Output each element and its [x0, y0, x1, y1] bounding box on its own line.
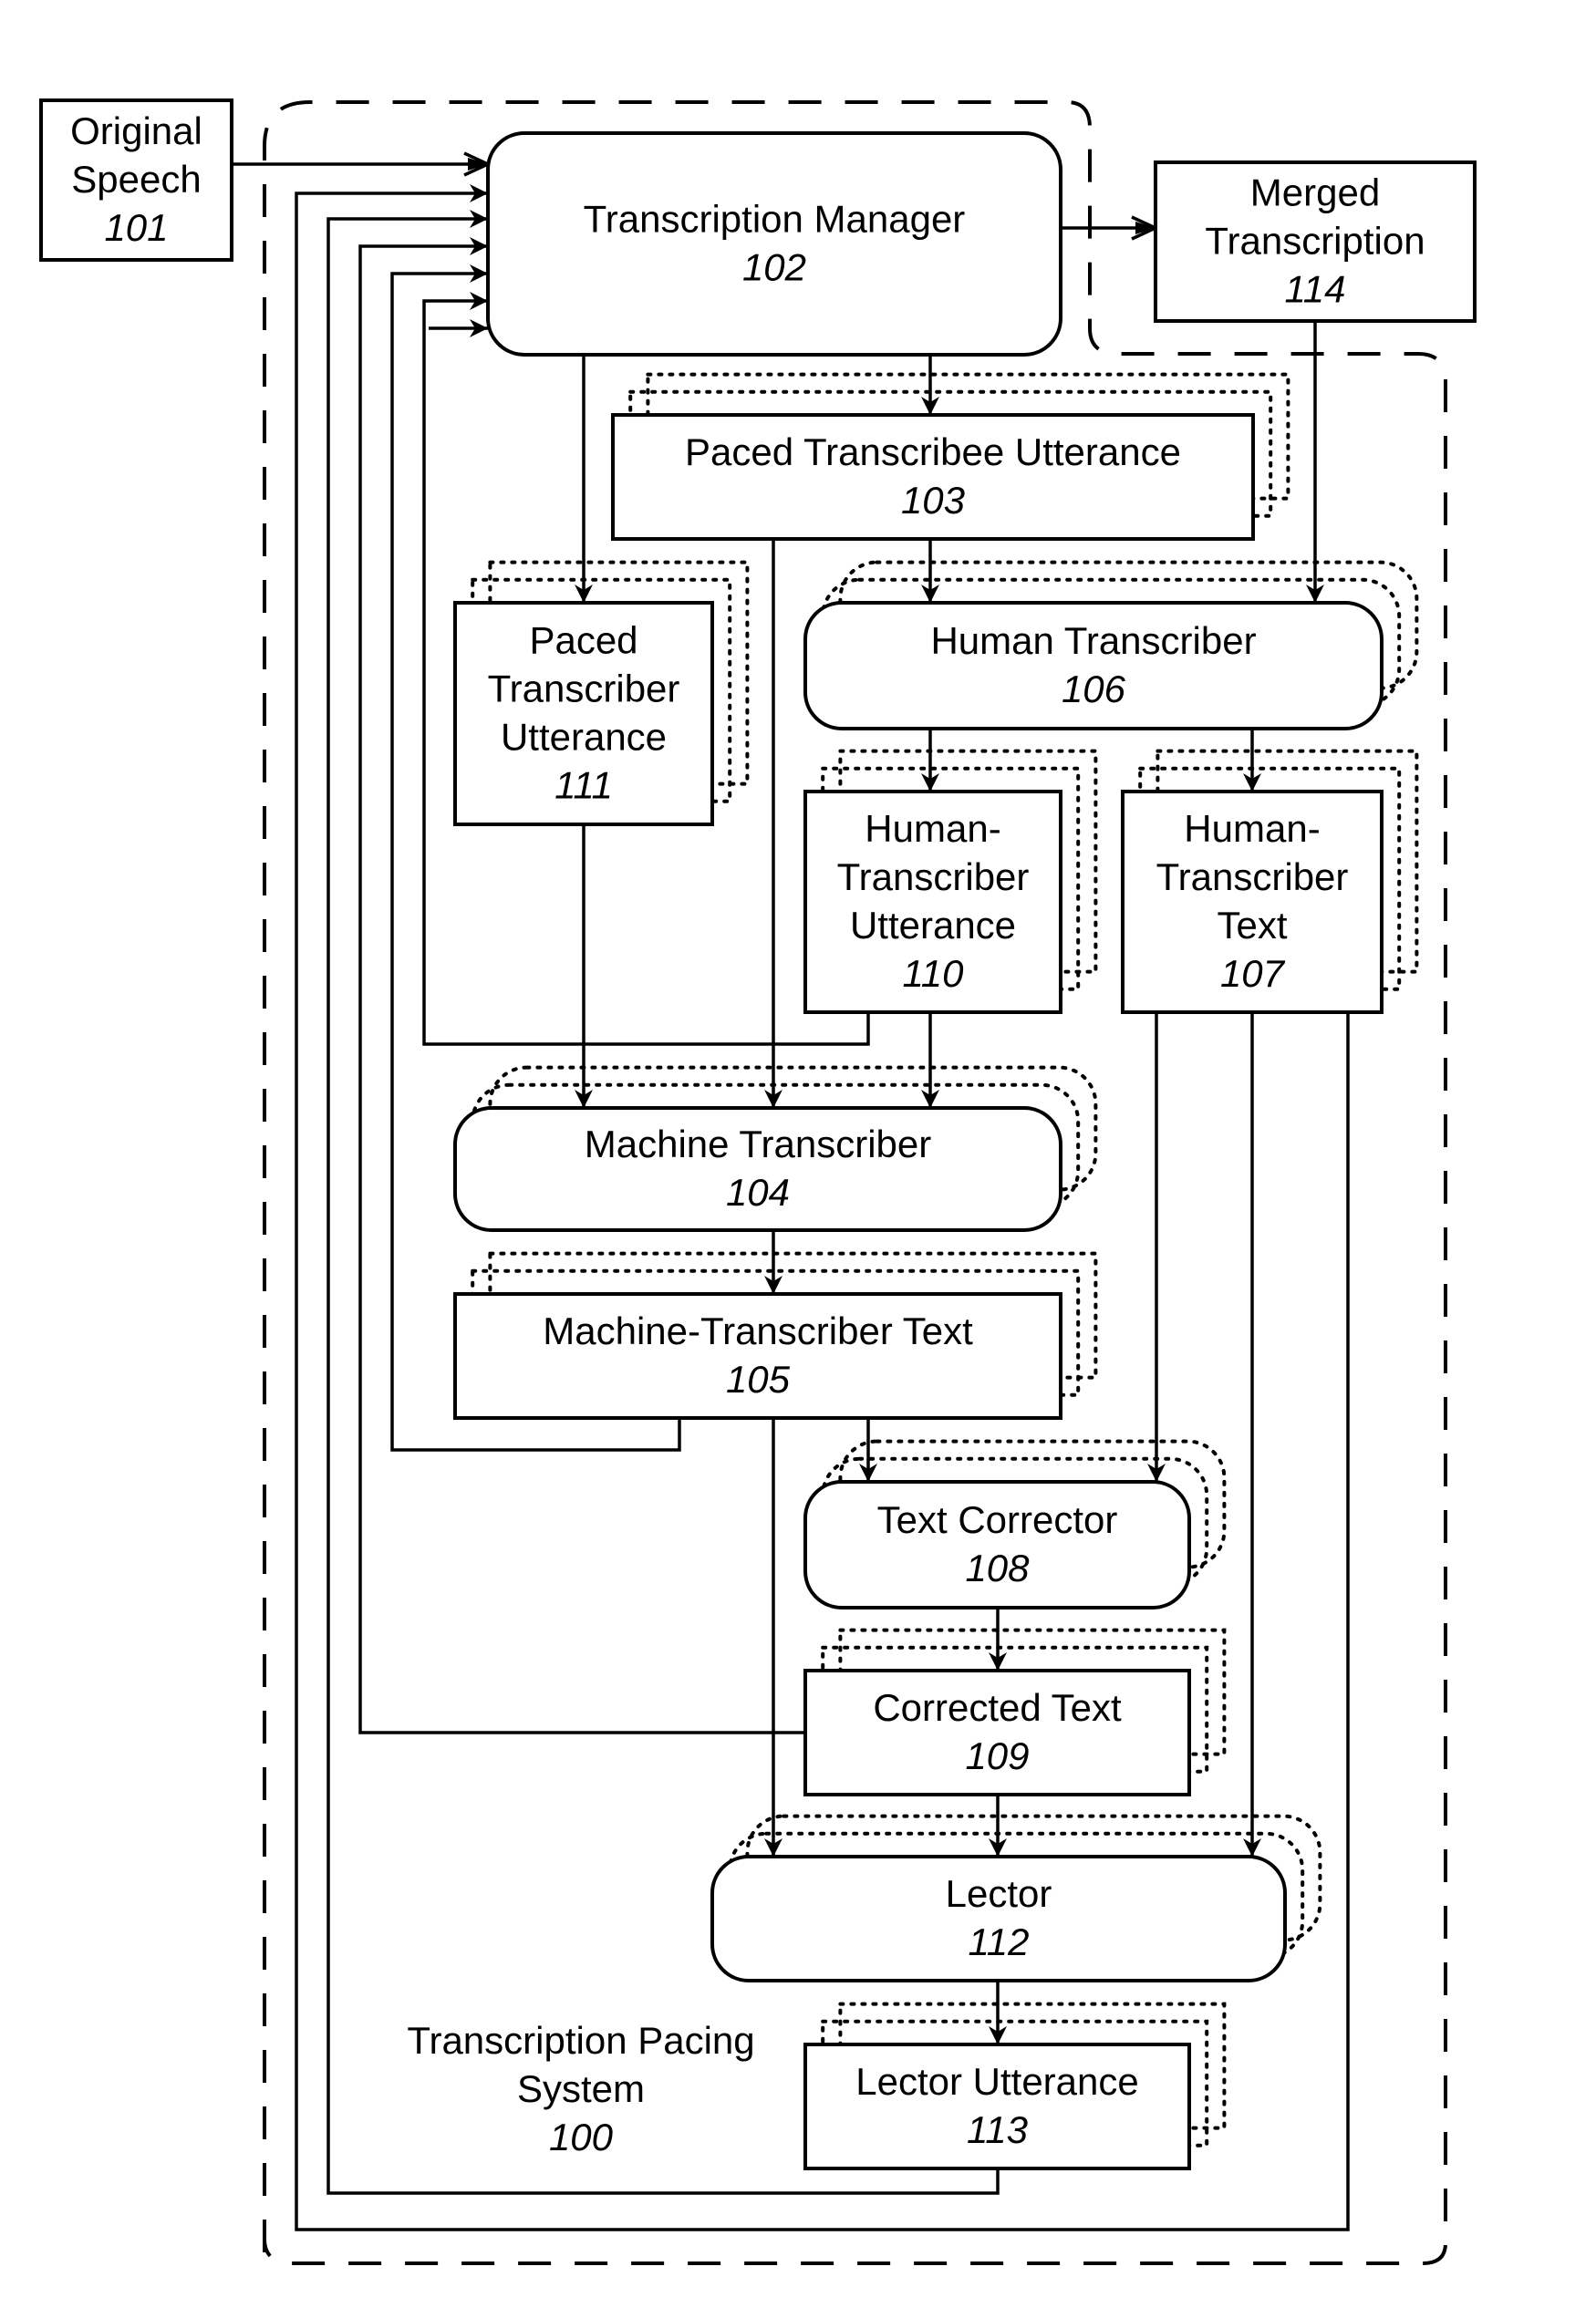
human-transcriber-text-number: 107	[1220, 952, 1286, 995]
human-transcriber-text-label-line: Text	[1217, 904, 1287, 947]
lector-utterance-number: 113	[967, 2108, 1028, 2151]
merged-transcription-number: 114	[1285, 268, 1346, 311]
transcription-manager-label-line: Transcription Manager	[584, 198, 966, 241]
machine-transcriber-number: 104	[726, 1171, 790, 1214]
text-corrector-label-line: Text Corrector	[877, 1498, 1118, 1541]
lector-node: Lector 112	[710, 1855, 1287, 1982]
text-corrector-node: Text Corrector 108	[803, 1480, 1191, 1609]
system-label-line-2: System	[517, 2067, 645, 2110]
paced-transcriber-utterance-node: Paced Transcriber Utterance 111	[453, 601, 714, 826]
transcription-manager-box	[486, 131, 1062, 357]
paced-transcriber-utterance-label-line: Transcriber	[488, 668, 680, 710]
human-transcriber-node: Human Transcriber 106	[803, 601, 1384, 730]
lector-number: 112	[969, 1920, 1030, 1963]
original-speech-number: 101	[104, 206, 168, 249]
transcription-manager-number: 102	[742, 246, 806, 289]
human-transcriber-text-label-line: Human-	[1184, 807, 1320, 850]
corrected-text-label-line: Corrected Text	[873, 1686, 1122, 1729]
human-transcriber-text-label-line: Transcriber	[1156, 855, 1349, 898]
text-corrector-number: 108	[965, 1547, 1030, 1589]
corrected-text-node: Corrected Text 109	[803, 1669, 1191, 1796]
machine-transcriber-label-line: Machine Transcriber	[585, 1123, 931, 1165]
system-label-number: 100	[549, 2116, 614, 2158]
paced-transcriber-utterance-label-line: Paced	[529, 619, 637, 662]
transcription-pacing-system-diagram: Original Speech 101 Transcription Manager 10…	[39, 98, 1477, 2265]
original-speech-label-line: Speech	[71, 158, 201, 201]
merged-transcription-node: Merged Transcription 114	[1154, 160, 1477, 323]
merged-transcription-label-line: Merged	[1250, 171, 1380, 214]
transcription-manager-node: Transcription Manager 102	[486, 131, 1062, 357]
human-transcriber-number: 106	[1062, 668, 1126, 710]
lector-utterance-label-line: Lector Utterance	[855, 2060, 1139, 2103]
human-transcriber-utterance-label-line: Utterance	[850, 904, 1016, 947]
human-transcriber-utterance-label-line: Transcriber	[837, 855, 1030, 898]
paced-transcribee-utterance-label-line: Paced Transcribee Utterance	[685, 430, 1181, 473]
human-transcriber-text-node: Human- Transcriber Text 107	[1121, 790, 1384, 1014]
corrected-text-number: 109	[965, 1734, 1029, 1777]
human-transcriber-utterance-node: Human- Transcriber Utterance 110	[803, 790, 1062, 1014]
original-speech-node: Original Speech 101	[39, 98, 233, 262]
original-speech-label-line: Original	[70, 109, 202, 152]
human-transcriber-utterance-label-line: Human-	[865, 807, 1000, 850]
paced-transcriber-utterance-label-line: Utterance	[501, 716, 667, 759]
paced-transcribee-utterance-node: Paced Transcribee Utterance 103	[611, 413, 1255, 541]
machine-transcriber-text-label-line: Machine-Transcriber Text	[543, 1309, 973, 1352]
paced-transcribee-utterance-number: 103	[901, 479, 965, 522]
human-transcriber-utterance-number: 110	[903, 952, 965, 995]
machine-transcriber-text-node: Machine-Transcriber Text 105	[453, 1292, 1062, 1420]
machine-transcriber-node: Machine Transcriber 104	[453, 1106, 1062, 1232]
machine-transcriber-text-number: 105	[726, 1358, 791, 1401]
human-transcriber-label-line: Human Transcriber	[930, 619, 1256, 662]
paced-transcriber-utterance-number: 111	[554, 764, 613, 807]
lector-utterance-node: Lector Utterance 113	[803, 2043, 1191, 2170]
merged-transcription-label-line: Transcription	[1205, 220, 1425, 263]
lector-label-line: Lector	[946, 1872, 1052, 1915]
system-label-line-1: Transcription Pacing	[407, 2019, 754, 2062]
system-label: Transcription Pacing System 100	[407, 2019, 754, 2158]
